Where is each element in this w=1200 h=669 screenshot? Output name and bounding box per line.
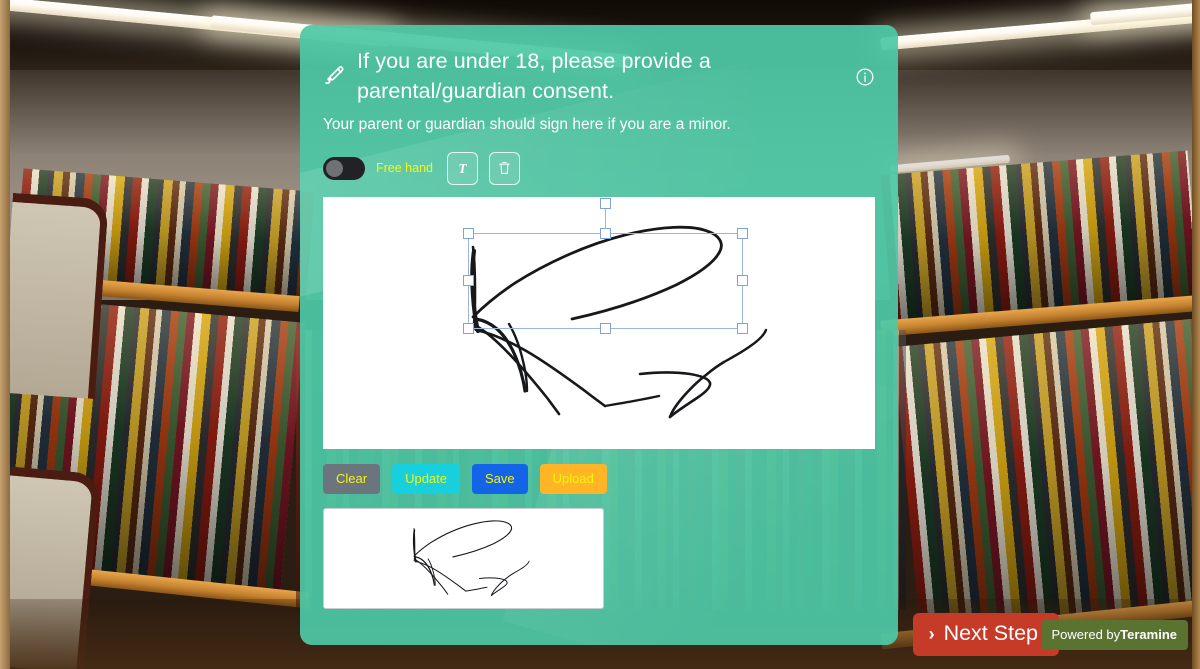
shelf-endcap [0, 192, 109, 400]
bookshelf-books [893, 318, 1200, 638]
page-title: If you are under 18, please provide a pa… [357, 49, 711, 103]
signature-toolbar: Free hand T [323, 148, 875, 188]
consent-panel: If you are under 18, please provide a pa… [300, 25, 898, 645]
powered-by-prefix: Powered by [1051, 627, 1121, 643]
clear-button[interactable]: Clear [323, 464, 381, 494]
text-tool-icon: T [458, 160, 467, 175]
svg-text:T: T [458, 160, 467, 175]
background-right-edge [1192, 0, 1200, 669]
next-step-label: Next Step [943, 621, 1038, 646]
upload-button[interactable]: Upload [539, 464, 607, 494]
panel-header: If you are under 18, please provide a pa… [323, 47, 875, 106]
freehand-label: Free hand [376, 161, 433, 176]
signature-drawing-canvas[interactable] [323, 197, 875, 450]
saved-signature-preview[interactable] [323, 507, 604, 609]
powered-by-brand: Teramine [1120, 627, 1177, 643]
toggle-knob [326, 159, 343, 177]
chevron-right-icon: › [928, 624, 935, 645]
freehand-toggle[interactable] [323, 156, 365, 180]
saved-signature-ink [412, 520, 530, 596]
trash-icon [499, 162, 510, 175]
panel-subtitle: Your parent or guardian should sign here… [323, 116, 731, 134]
save-button[interactable]: Save [472, 464, 528, 494]
signature-ink [470, 226, 768, 419]
delete-tool-button[interactable] [488, 151, 520, 185]
signature-action-buttons: Clear Update Save Upload [323, 464, 875, 494]
text-tool-button[interactable]: T [446, 151, 478, 185]
info-circle-icon[interactable] [855, 67, 875, 87]
signature-pen-icon [323, 63, 347, 89]
background-left-edge [0, 0, 10, 669]
powered-by-badge[interactable]: Powered by Teramine [1040, 620, 1188, 650]
update-button[interactable]: Update [392, 464, 460, 494]
next-step-button[interactable]: › Next Step [912, 613, 1059, 656]
